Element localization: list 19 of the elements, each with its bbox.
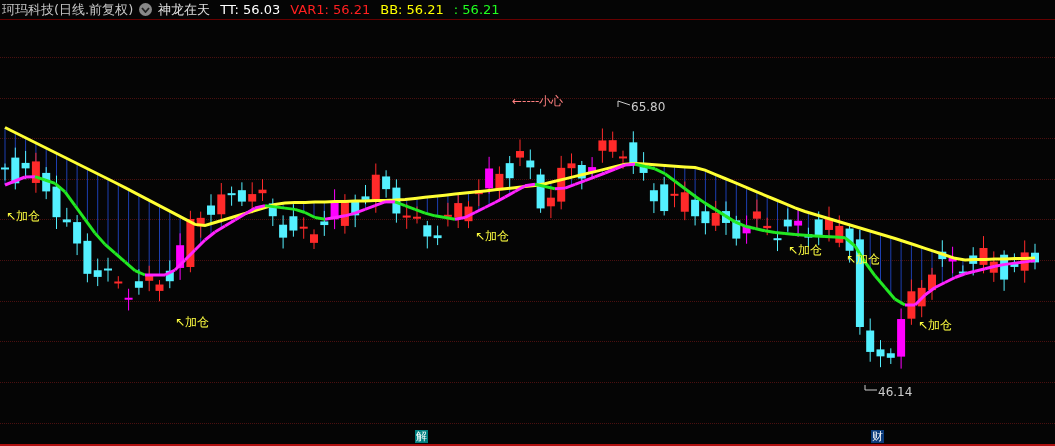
warning-label: ←----小心 (512, 93, 564, 110)
stock-title: 珂玛科技(日线.前复权) (2, 0, 134, 19)
indicator-value: TT: 56.03 (220, 0, 281, 19)
indicator-value: VAR1: 56.21 (290, 0, 371, 19)
indicator-value: : 56.21 (453, 0, 500, 19)
signal-label: ↖加仓 (918, 317, 953, 334)
signal-label: ↖加仓 (6, 208, 41, 225)
leader-line (864, 384, 878, 393)
event-marker[interactable]: 解 (415, 430, 428, 443)
signal-label: ↖加仓 (788, 242, 823, 259)
indicator-value: BB: 56.21 (380, 0, 444, 19)
high-price-label: 65.80 (631, 99, 666, 116)
dropdown-icon[interactable] (139, 3, 153, 16)
leader-line (617, 100, 631, 108)
event-marker[interactable]: 财 (871, 430, 884, 443)
signal-label: ↖加仓 (475, 228, 510, 245)
signal-label: ↖加仓 (175, 314, 210, 331)
low-price-label: 46.14 (878, 384, 913, 401)
indicator-name: 神龙在天 (158, 0, 211, 19)
